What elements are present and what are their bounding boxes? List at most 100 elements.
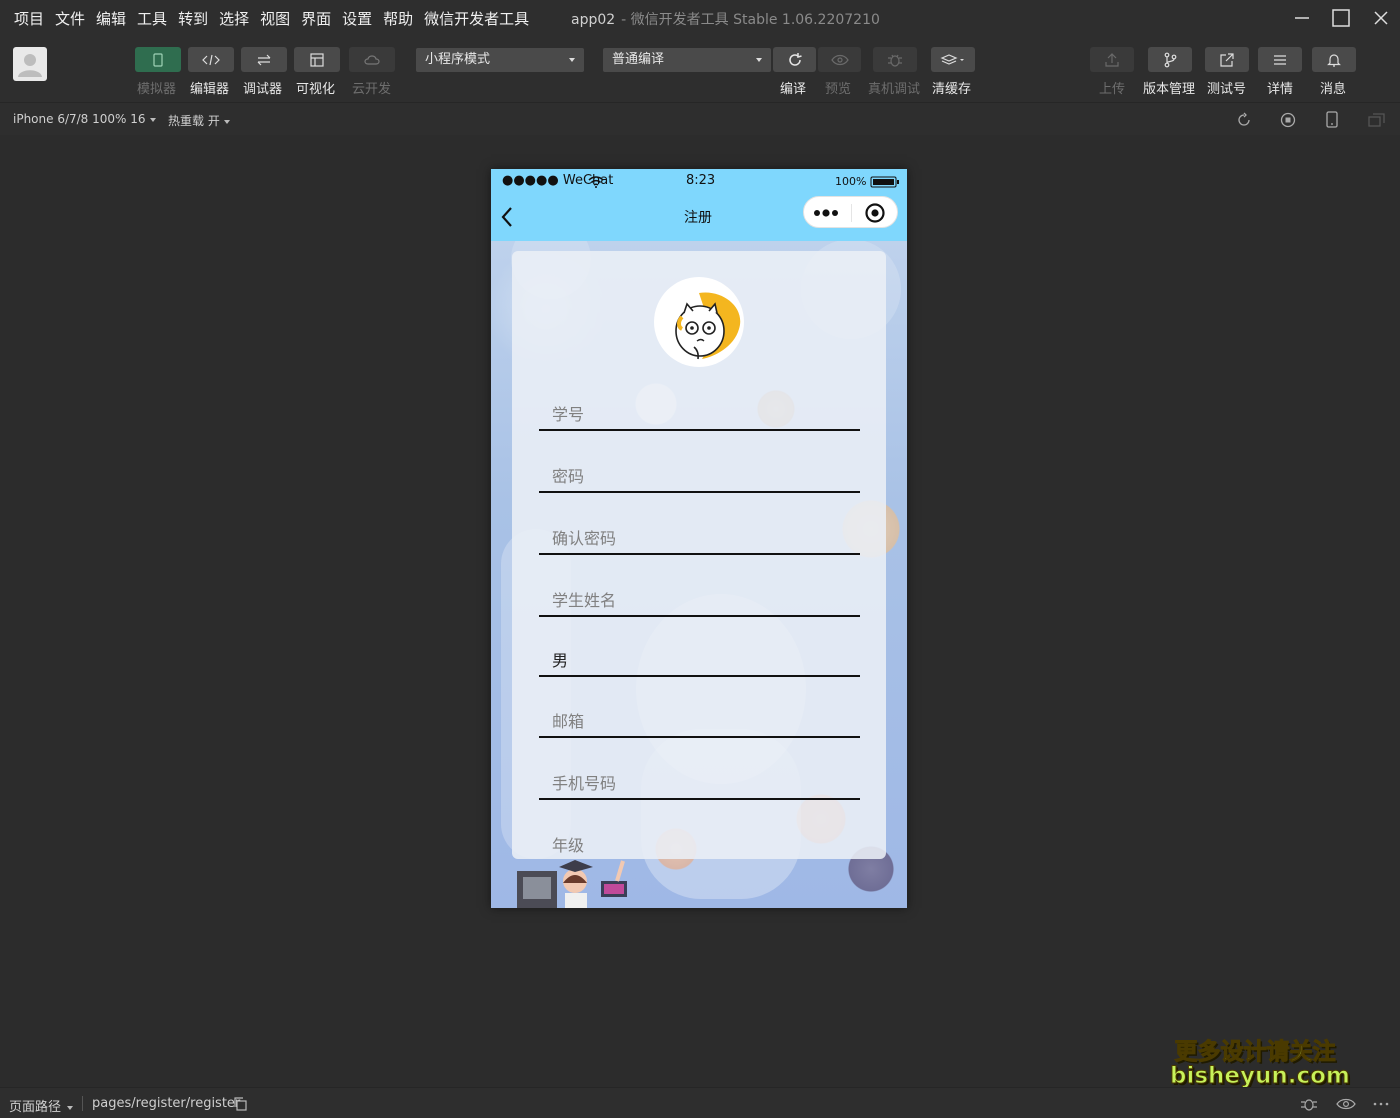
more-dots-icon[interactable] [813, 208, 843, 218]
visual-button[interactable] [294, 47, 340, 72]
window-detach-icon[interactable] [1368, 112, 1386, 128]
student-id-placeholder: 学号 [552, 405, 585, 424]
menu-devtools[interactable]: 微信开发者工具 [424, 8, 529, 29]
version-button[interactable] [1148, 47, 1192, 72]
menu-settings[interactable]: 设置 [342, 8, 372, 29]
refresh-icon [788, 52, 802, 66]
phone-icon [153, 52, 163, 67]
menu-goto[interactable]: 转到 [178, 8, 208, 29]
menu-lines-icon [1274, 54, 1286, 65]
device-select-value: iPhone 6/7/8 100% 16 [13, 112, 146, 126]
back-arrow-icon[interactable] [500, 206, 514, 228]
editor-label: 编辑器 [190, 82, 230, 97]
chevron-down-icon [756, 58, 762, 62]
window-title: app02 - 微信开发者工具 Stable 1.06.2207210 [571, 9, 880, 29]
messages-button[interactable] [1312, 47, 1356, 72]
debug-icon [257, 54, 271, 65]
title-bar: 项目 文件 编辑 工具 转到 选择 视图 界面 设置 帮助 微信开发者工具 ap… [0, 0, 1400, 36]
eye-icon [830, 54, 849, 65]
menu-project[interactable]: 项目 [14, 8, 44, 29]
stop-icon[interactable] [1280, 112, 1296, 128]
chevron-down-icon [67, 1105, 74, 1110]
cloud-icon [364, 54, 380, 65]
email-input[interactable]: 邮箱 [539, 702, 860, 738]
compile-select-value: 普通编译 [612, 52, 665, 67]
page-path-select[interactable]: 页面路径 [9, 1096, 74, 1115]
close-window-button[interactable] [1366, 4, 1396, 32]
wifi-icon [588, 176, 604, 188]
student-name-placeholder: 学生姓名 [552, 591, 617, 610]
eye-icon[interactable] [1336, 1097, 1356, 1111]
status-bar: 页面路径 pages/register/register [0, 1087, 1400, 1118]
details-label: 详情 [1267, 82, 1294, 97]
menu-interface[interactable]: 界面 [301, 8, 331, 29]
menu-bar: 项目 文件 编辑 工具 转到 选择 视图 界面 设置 帮助 微信开发者工具 [14, 0, 540, 36]
register-form-card: 学号 密码 确认密码 学生姓名 男 邮箱 手机号码 年级 [512, 251, 886, 859]
bug-icon[interactable] [1300, 1096, 1318, 1112]
mobile-icon[interactable] [1325, 111, 1339, 129]
simulator-toolbar: iPhone 6/7/8 100% 16 热重载 开 [0, 102, 1400, 135]
menu-help[interactable]: 帮助 [383, 8, 413, 29]
compile-mode-select[interactable]: 普通编译 [603, 48, 771, 72]
password-input[interactable]: 密码 [539, 457, 860, 493]
preview-button[interactable] [818, 47, 861, 72]
test-account-button[interactable] [1205, 47, 1249, 72]
menu-select[interactable]: 选择 [219, 8, 249, 29]
upload-button[interactable] [1090, 47, 1134, 72]
real-debug-label: 真机调试 [868, 82, 921, 97]
confirm-password-input[interactable]: 确认密码 [539, 519, 860, 555]
student-id-input[interactable]: 学号 [539, 395, 860, 431]
battery-label: 100% [835, 175, 867, 188]
capsule-divider [851, 204, 852, 222]
chevron-down-icon [569, 58, 575, 62]
cartoon-avatar-icon [675, 292, 741, 360]
capsule-menu [803, 196, 898, 228]
mode-select[interactable]: 小程序模式 [416, 48, 584, 72]
rotate-icon[interactable] [1236, 112, 1252, 128]
close-miniprogram-icon[interactable] [864, 202, 886, 224]
simulator-button[interactable] [135, 47, 181, 72]
app-subtitle: - 微信开发者工具 Stable 1.06.2207210 [621, 12, 880, 28]
minimize-button[interactable] [1287, 4, 1317, 32]
more-dots-icon[interactable] [1373, 1101, 1389, 1107]
app-name: app02 [571, 12, 616, 28]
page-path-value: pages/register/register [92, 1096, 241, 1111]
chevron-down-icon [223, 119, 230, 124]
phone-input[interactable]: 手机号码 [539, 764, 860, 800]
editor-button[interactable] [188, 47, 234, 72]
layers-icon [940, 53, 964, 65]
chevron-down-icon [149, 117, 156, 122]
menu-file[interactable]: 文件 [55, 8, 85, 29]
student-illustration [517, 860, 627, 908]
preview-label: 预览 [825, 82, 852, 97]
clear-cache-button[interactable] [931, 47, 975, 72]
menu-edit[interactable]: 编辑 [96, 8, 126, 29]
bug-icon [888, 54, 902, 67]
divider [82, 1096, 83, 1111]
real-debug-button[interactable] [873, 47, 917, 72]
maximize-button[interactable] [1326, 4, 1356, 32]
battery-icon [870, 176, 899, 188]
hot-reload-select[interactable]: 热重载 开 [168, 112, 230, 129]
nav-title: 注册 [684, 210, 712, 226]
user-avatar[interactable] [13, 47, 47, 81]
watermark-line-2: bisheyun.com [1170, 1063, 1351, 1090]
test-account-label: 测试号 [1207, 82, 1247, 97]
details-button[interactable] [1258, 47, 1302, 72]
debugger-button[interactable] [241, 47, 287, 72]
upload-icon [1105, 52, 1119, 67]
device-select[interactable]: iPhone 6/7/8 100% 16 [13, 112, 156, 126]
menu-view[interactable]: 视图 [260, 8, 290, 29]
student-name-input[interactable]: 学生姓名 [539, 581, 860, 617]
phone-simulator: ●●●●● WeChat 8:23 100% 注册 学号 密码 确认密码 学生姓… [491, 169, 907, 908]
compile-label: 编译 [780, 82, 807, 97]
cloud-button[interactable] [349, 47, 395, 72]
menu-tools[interactable]: 工具 [137, 8, 167, 29]
compile-button[interactable] [773, 47, 816, 72]
main-toolbar: 模拟器 编辑器 调试器 可视化 云开发 小程序模式 普通编译 编译 预览 真机调… [0, 36, 1400, 102]
branch-icon [1164, 52, 1177, 67]
gender-picker[interactable]: 男 [539, 641, 860, 677]
grade-input[interactable]: 年级 [539, 826, 860, 859]
debugger-label: 调试器 [243, 82, 283, 97]
copy-icon[interactable] [233, 1097, 247, 1111]
